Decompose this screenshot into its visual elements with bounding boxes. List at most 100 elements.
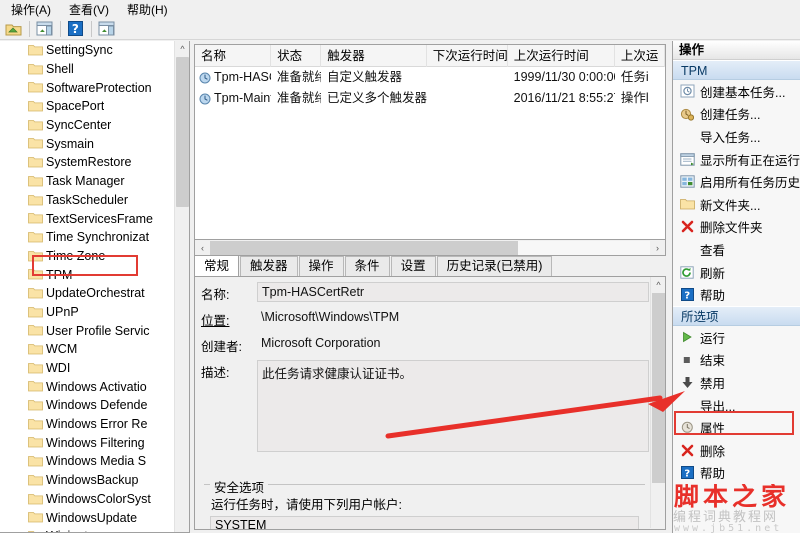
detail-scroll-thumb[interactable] — [652, 293, 665, 483]
help-button[interactable]: ? — [65, 19, 85, 38]
hscroll-track[interactable] — [210, 240, 650, 255]
action-item-帮助[interactable]: ? 帮助 — [673, 462, 800, 485]
task-list[interactable]: 名称状态触发器下次运行时间上次运行时间上次运 Tpm-HASC... 准备就绪自定… — [194, 44, 666, 240]
action-item-导出[interactable]: 导出... — [673, 394, 800, 417]
tree-scroll-thumb[interactable] — [176, 57, 189, 207]
tree-item-windowsbackup[interactable]: WindowsBackup — [0, 471, 175, 490]
svg-text:?: ? — [684, 290, 690, 301]
tree-item-textservicesframe[interactable]: TextServicesFrame — [0, 209, 175, 228]
tree-item-label: SyncCenter — [46, 118, 112, 133]
tab-0[interactable]: 常规 — [194, 255, 240, 276]
action-item-查看[interactable]: 查看 — [673, 238, 800, 261]
folder-icon — [28, 268, 43, 280]
action-item-启用所有任务历史记[interactable]: 启用所有任务历史记 — [673, 170, 800, 193]
tab-2[interactable]: 操作 — [298, 256, 344, 276]
action-item-导入任务[interactable]: 导入任务... — [673, 125, 800, 148]
task-cell-trigger: 已定义多个触发器 — [326, 91, 427, 105]
console-tree-pane[interactable]: SettingSync Shell SoftwareProtection SpaceP… — [0, 41, 190, 533]
up-folder-button[interactable] — [3, 19, 23, 38]
action-item-刷新[interactable]: 刷新 — [673, 261, 800, 284]
tree-item-taskscheduler[interactable]: TaskScheduler — [0, 191, 175, 210]
action-item-删除文件夹[interactable]: 删除文件夹 — [673, 216, 800, 239]
tree-item-user-profile-servic[interactable]: User Profile Servic — [0, 321, 175, 340]
tree-item-windows-media-s[interactable]: Windows Media S — [0, 452, 175, 471]
action-item-label: 创建任务... — [700, 108, 761, 123]
tree-item-time-zone[interactable]: Time Zone — [0, 247, 175, 266]
task-cell-last_result: 任务i — [620, 70, 649, 84]
create-task-icon — [677, 106, 697, 122]
tab-3[interactable]: 条件 — [344, 256, 390, 276]
show-pane-button[interactable] — [34, 19, 54, 38]
tree-item-upnp[interactable]: UPnP — [0, 303, 175, 322]
task-row[interactable]: Tpm-HASC... 准备就绪自定义触发器 1999/11/30 0:00:00 任… — [195, 67, 665, 88]
action-item-禁用[interactable]: 禁用 — [673, 371, 800, 394]
action-item-显示所有正在运行的[interactable]: 显示所有正在运行的 — [673, 148, 800, 171]
tab-5[interactable]: 历史记录(已禁用) — [436, 256, 553, 276]
description-value: 此任务请求健康认证证书。 — [257, 360, 649, 452]
column-header-1[interactable]: 状态 — [271, 45, 322, 67]
tree-item-time-synchronizat[interactable]: Time Synchronizat — [0, 228, 175, 247]
folder-icon — [28, 137, 43, 149]
tree-item-windows-filtering[interactable]: Windows Filtering — [0, 433, 175, 452]
action-item-删除[interactable]: 删除 — [673, 439, 800, 462]
task-scheduler-window: 操作(A) 查看(V) 帮助(H) ? SettingSync Shell So… — [0, 0, 800, 533]
tree-scrollbar[interactable]: ^ — [174, 41, 189, 532]
tab-4[interactable]: 设置 — [390, 256, 436, 276]
action-item-帮助[interactable]: ? 帮助 — [673, 283, 800, 306]
menu-view[interactable]: 查看(V) — [60, 0, 118, 19]
scroll-up-icon[interactable]: ^ — [651, 277, 665, 292]
toolbar-separator-3 — [91, 20, 92, 37]
action-item-创建基本任务[interactable]: 创建基本任务... — [673, 80, 800, 103]
toolbar: ? — [0, 18, 800, 40]
hscroll-thumb[interactable] — [210, 240, 518, 255]
tree-item-windows-error-re[interactable]: Windows Error Re — [0, 415, 175, 434]
action-item-属性[interactable]: 属性 — [673, 416, 800, 439]
tree-item-windows-defende[interactable]: Windows Defende — [0, 396, 175, 415]
tree-item-sysmain[interactable]: Sysmain — [0, 134, 175, 153]
menu-help[interactable]: 帮助(H) — [118, 0, 177, 19]
tree-item-wdi[interactable]: WDI — [0, 359, 175, 378]
folder-icon — [28, 44, 43, 56]
action-item-新文件夹[interactable]: 新文件夹... — [673, 193, 800, 216]
task-row[interactable]: Tpm-Maint... 准备就绪已定义多个触发器 2016/11/21 8:55:… — [195, 88, 665, 109]
column-header-0[interactable]: 名称 — [195, 45, 272, 67]
tab-1[interactable]: 触发器 — [240, 256, 298, 276]
action-item-结束[interactable]: 结束 — [673, 349, 800, 372]
action-item-运行[interactable]: 运行 — [673, 326, 800, 349]
tree-item-settingsync[interactable]: SettingSync — [0, 41, 175, 60]
detail-scrollbar[interactable]: ^ — [650, 277, 665, 528]
actions-body: TPM 创建基本任务... 创建任务... 导入任务... 显示所有正在运行的启用所有任… — [673, 60, 800, 484]
task-clock-icon — [199, 72, 211, 84]
tree-item-windows-activatio[interactable]: Windows Activatio — [0, 377, 175, 396]
tree-item-label: Sysmain — [46, 136, 94, 151]
tree-item-systemrestore[interactable]: SystemRestore — [0, 153, 175, 172]
actions-pane: 操作 TPM 创建基本任务... 创建任务... 导入任务... 显示所有正在运行的启用… — [672, 41, 800, 533]
tree-item-spaceport[interactable]: SpacePort — [0, 97, 175, 116]
tree-item-softwareprotection[interactable]: SoftwareProtection — [0, 78, 175, 97]
tree-item-task-manager[interactable]: Task Manager — [0, 172, 175, 191]
tree-item-tpm[interactable]: TPM — [0, 265, 175, 284]
tree-item-label: TaskScheduler — [46, 192, 128, 207]
tree-item-windowsupdate[interactable]: WindowsUpdate — [0, 508, 175, 527]
tree-item-wininet[interactable]: Wininet — [0, 527, 175, 532]
scroll-left-icon[interactable]: ‹ — [195, 241, 210, 255]
column-header-2[interactable]: 触发器 — [321, 45, 427, 67]
tree-item-shell[interactable]: Shell — [0, 60, 175, 79]
column-header-4[interactable]: 上次运行时间 — [508, 45, 615, 67]
help-icon: ? — [677, 287, 697, 303]
column-header-5[interactable]: 上次运 — [615, 45, 665, 67]
action-item-创建任务[interactable]: 创建任务... — [673, 103, 800, 126]
svg-text:?: ? — [684, 469, 690, 480]
menu-action[interactable]: 操作(A) — [2, 0, 60, 19]
task-list-hscrollbar[interactable]: ‹ › — [194, 240, 666, 256]
show-action-pane-button[interactable] — [96, 19, 116, 38]
scroll-up-icon[interactable]: ^ — [175, 41, 189, 56]
tree-item-wcm[interactable]: WCM — [0, 340, 175, 359]
scroll-right-icon[interactable]: › — [650, 241, 665, 255]
tree-item-windowscolorsyst[interactable]: WindowsColorSyst — [0, 490, 175, 509]
column-header-3[interactable]: 下次运行时间 — [427, 45, 508, 67]
tree-item-label: TextServicesFrame — [46, 211, 153, 226]
tree-item-updateorchestrat[interactable]: UpdateOrchestrat — [0, 284, 175, 303]
tree-item-synccenter[interactable]: SyncCenter — [0, 116, 175, 135]
folder-icon — [28, 362, 43, 374]
